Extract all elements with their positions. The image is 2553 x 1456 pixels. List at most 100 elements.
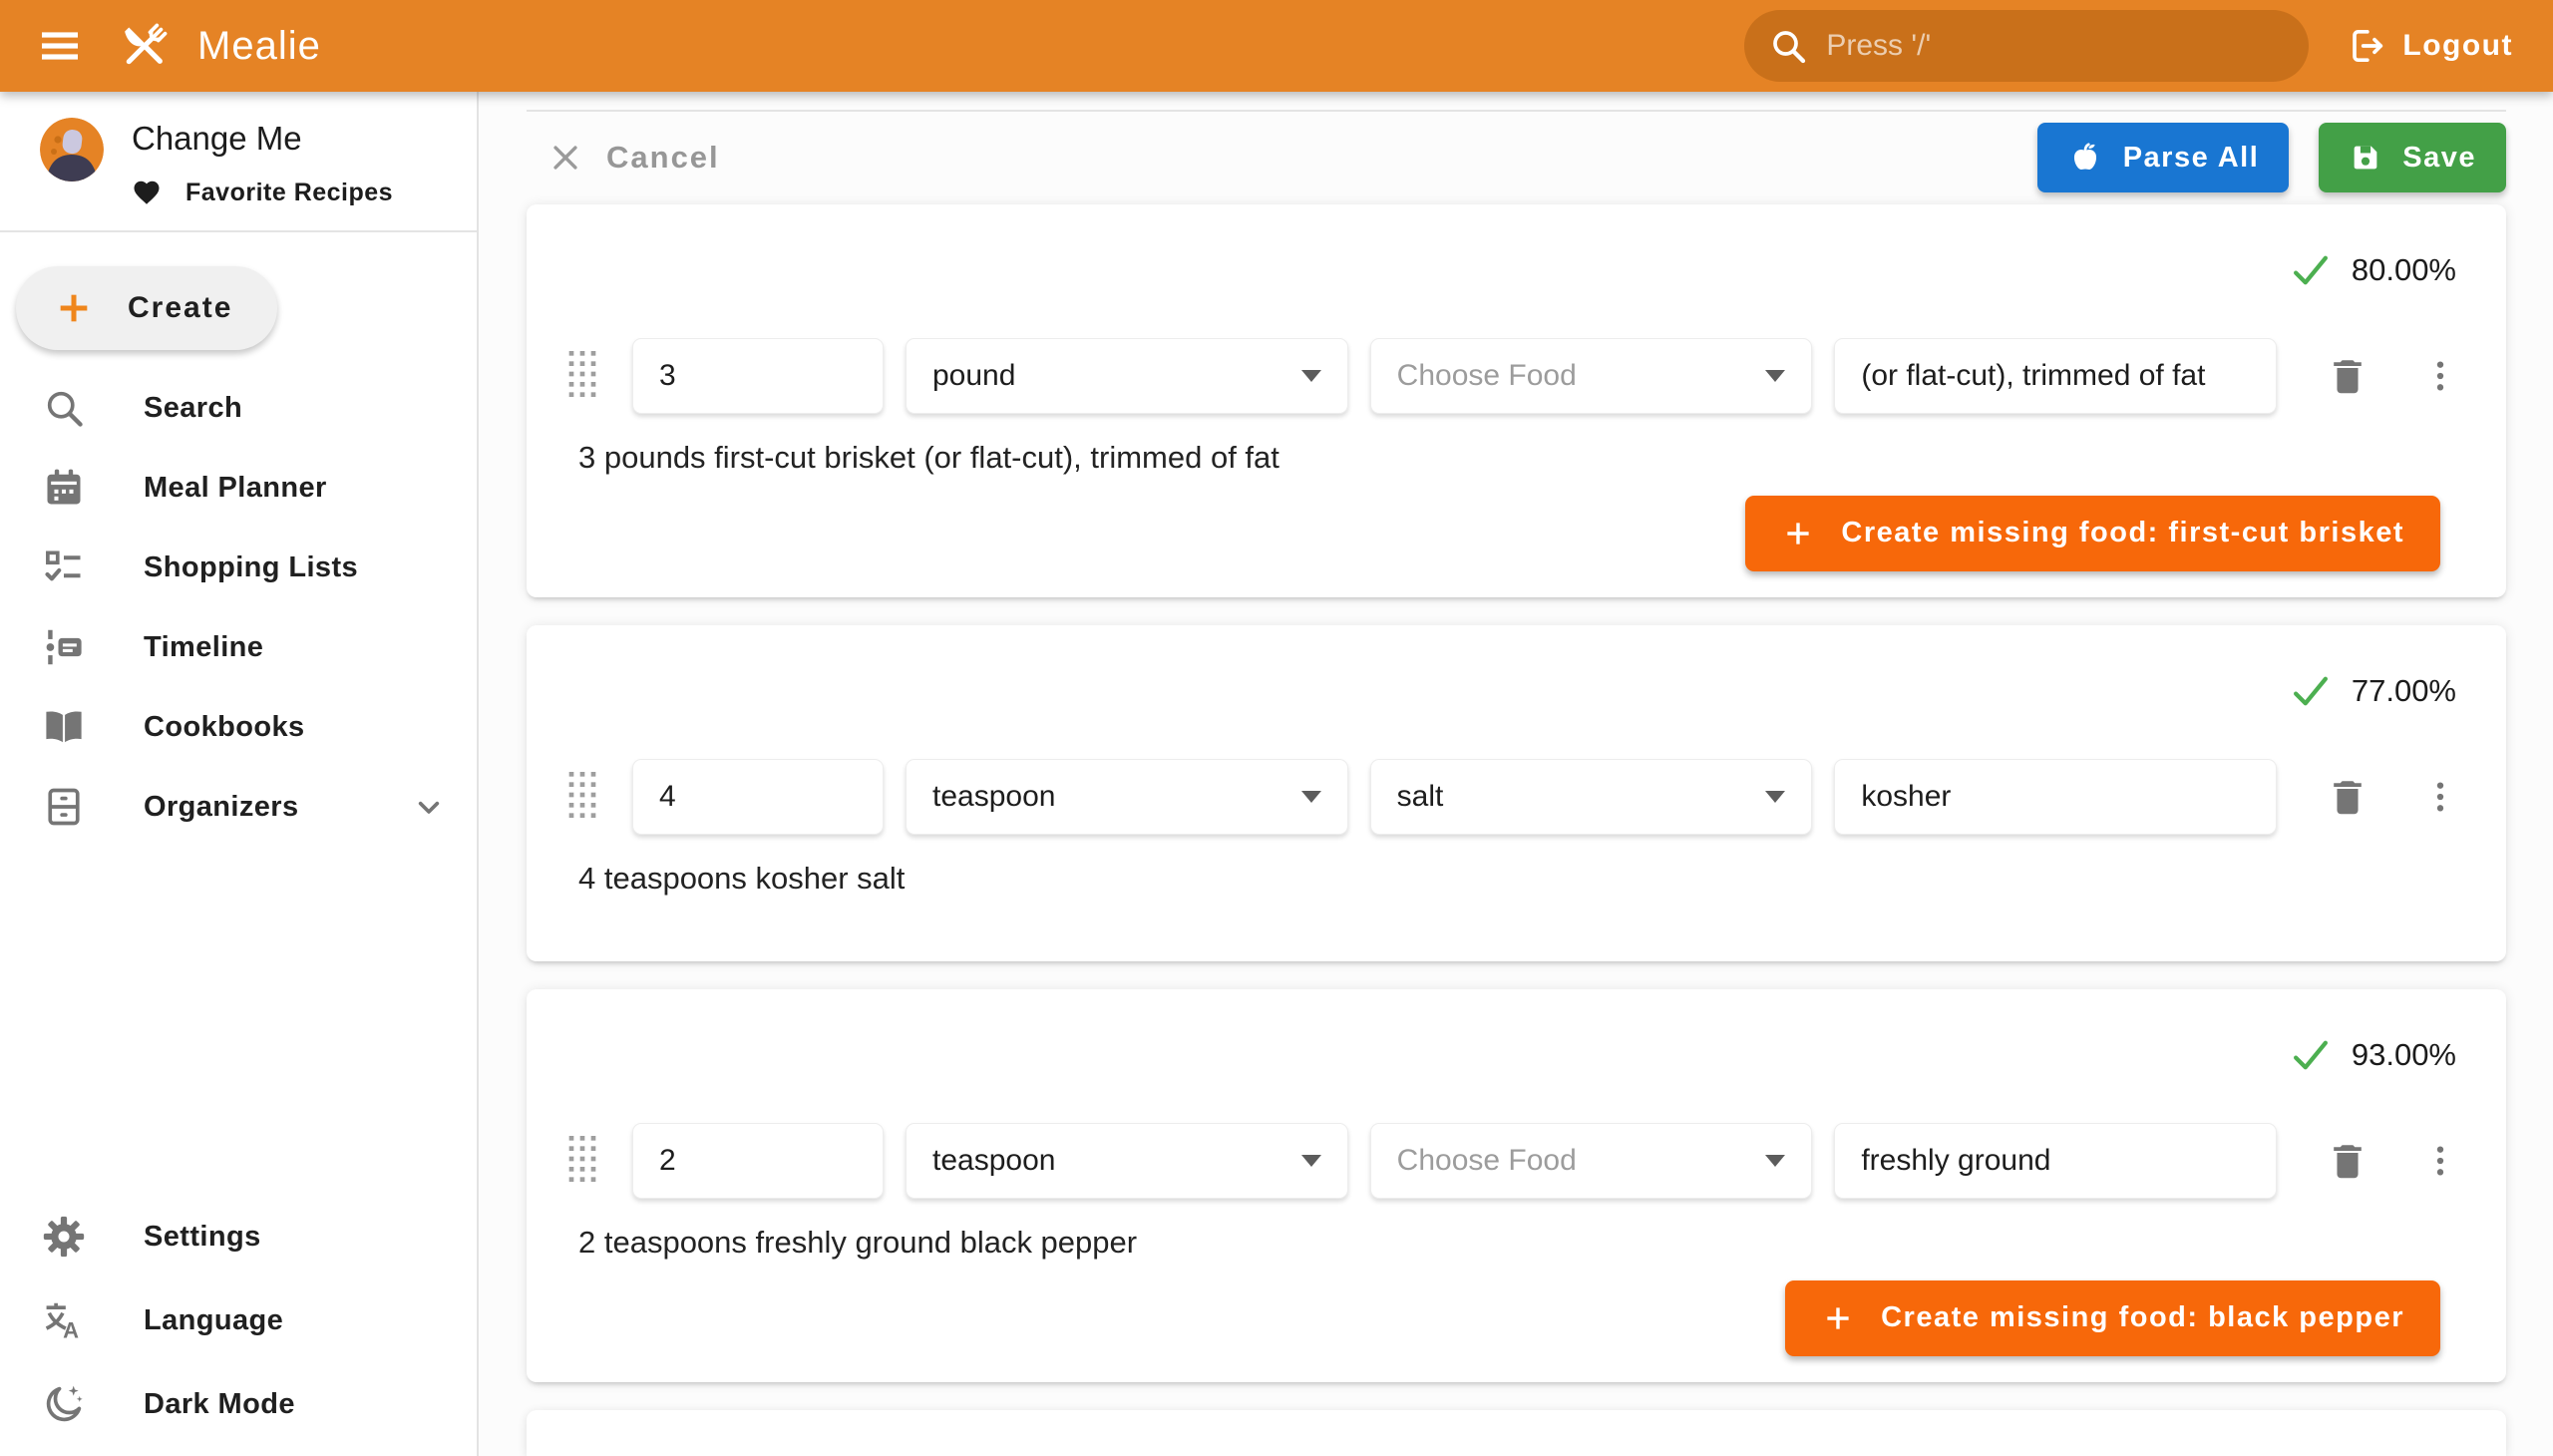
delete-button[interactable] [2325, 353, 2371, 399]
trash-icon [2325, 774, 2371, 820]
quantity-input[interactable] [659, 780, 857, 814]
sidebar-item-label: Settings [144, 1221, 261, 1254]
food-input[interactable] [1397, 359, 1752, 393]
global-search[interactable] [1744, 10, 2309, 82]
food-field [1370, 1123, 1813, 1199]
checklist-icon [40, 546, 88, 589]
original-text: 3 pounds first-cut brisket (or flat-cut)… [578, 440, 2466, 476]
sidebar-item-dark-mode[interactable]: Dark Mode [0, 1362, 477, 1446]
unit-input[interactable] [932, 359, 1287, 393]
sidebar-item-meal-planner[interactable]: Meal Planner [0, 448, 477, 528]
caret-down-icon[interactable] [1301, 1155, 1321, 1167]
confidence-value: 80.00% [2352, 252, 2456, 288]
unit-input[interactable] [932, 780, 1287, 814]
cancel-button[interactable]: Cancel [548, 140, 720, 176]
calendar-icon [40, 466, 88, 510]
cabinet-icon [40, 785, 88, 829]
sidebar-item-cookbooks[interactable]: Cookbooks [0, 687, 477, 767]
more-options-button[interactable] [2420, 356, 2460, 396]
quantity-field [632, 338, 884, 414]
moon-stars-icon [40, 1382, 88, 1426]
sidebar-item-language[interactable]: A Language [0, 1278, 477, 1362]
apple-icon [2067, 140, 2103, 176]
parse-all-button[interactable]: Parse All [2037, 123, 2290, 192]
sidebar-item-label: Language [144, 1304, 283, 1337]
app-header: Mealie Logout [0, 0, 2553, 92]
logout-button[interactable]: Logout [2337, 10, 2523, 82]
user-name: Change Me [132, 120, 393, 158]
user-block: Change Me Favorite Recipes [0, 92, 477, 230]
quantity-field [632, 1123, 884, 1199]
sidebar-item-label: Cookbooks [144, 711, 305, 744]
hamburger-menu-icon[interactable] [24, 10, 96, 82]
save-label: Save [2402, 142, 2476, 175]
favorite-recipes-link[interactable]: Favorite Recipes [132, 178, 393, 207]
sidebar-divider [0, 230, 477, 232]
mealie-app: Mealie Logout [0, 0, 2553, 1456]
translate-icon: A [40, 1298, 88, 1342]
user-meta: Change Me Favorite Recipes [132, 118, 393, 230]
ingredient-fields-row [566, 1123, 2466, 1199]
caret-down-icon[interactable] [1301, 791, 1321, 803]
create-missing-food-button[interactable]: Create missing food: first-cut brisket [1745, 496, 2440, 571]
note-input[interactable] [1861, 780, 2250, 814]
drag-handle-icon[interactable] [566, 771, 598, 823]
original-text: 4 teaspoons kosher salt [578, 861, 2466, 897]
delete-button[interactable] [2325, 774, 2371, 820]
confidence-badge: 77.00% [566, 625, 2466, 721]
favorites-label: Favorite Recipes [185, 179, 393, 207]
ingredient-parser-main: Cancel Parse All [479, 92, 2553, 1456]
sidebar-item-timeline[interactable]: Timeline [0, 607, 477, 687]
create-missing-food-button[interactable]: Create missing food: black pepper [1785, 1280, 2440, 1356]
sidebar-item-search[interactable]: Search [0, 368, 477, 448]
food-field [1370, 759, 1813, 835]
caret-down-icon[interactable] [1765, 370, 1785, 382]
search-input[interactable] [1826, 29, 2285, 63]
sidebar-item-label: Search [144, 392, 242, 425]
unit-input[interactable] [932, 1144, 1287, 1178]
avatar[interactable] [40, 118, 104, 182]
delete-button[interactable] [2325, 1138, 2371, 1184]
food-input[interactable] [1397, 780, 1752, 814]
food-input[interactable] [1397, 1144, 1752, 1178]
note-input[interactable] [1861, 359, 2250, 393]
search-icon [1768, 26, 1808, 66]
note-input[interactable] [1861, 1144, 2250, 1178]
caret-down-icon[interactable] [1301, 370, 1321, 382]
ingredient-card-partial [527, 1410, 2506, 1456]
ingredient-fields-row [566, 759, 2466, 835]
logout-icon [2347, 26, 2386, 66]
sidebar-item-shopping-lists[interactable]: Shopping Lists [0, 528, 477, 607]
mealie-logo-icon[interactable] [114, 15, 176, 77]
sidebar-nav: Search [0, 368, 477, 847]
sidebar-item-label: Shopping Lists [144, 551, 358, 584]
hamburger-bars-icon [36, 22, 84, 70]
more-options-button[interactable] [2420, 1141, 2460, 1181]
create-button[interactable]: Create [16, 266, 277, 350]
create-missing-food-label: Create missing food: first-cut brisket [1841, 517, 2404, 549]
sidebar-item-organizers[interactable]: Organizers [0, 767, 477, 847]
ingredient-card: 80.00% [527, 204, 2506, 597]
drag-handle-icon[interactable] [566, 1135, 598, 1187]
gear-icon [40, 1215, 88, 1259]
save-button[interactable]: Save [2319, 123, 2506, 192]
caret-down-icon[interactable] [1765, 791, 1785, 803]
quantity-input[interactable] [659, 359, 857, 393]
confidence-value: 77.00% [2352, 673, 2456, 709]
cancel-label: Cancel [606, 140, 720, 176]
kebab-icon [2420, 356, 2460, 396]
more-options-button[interactable] [2420, 777, 2460, 817]
search-icon [40, 386, 88, 430]
sidebar-item-settings[interactable]: Settings [0, 1195, 477, 1278]
caret-down-icon[interactable] [1765, 1155, 1785, 1167]
chevron-down-icon [409, 787, 449, 827]
note-field [1834, 1123, 2277, 1199]
drag-handle-icon[interactable] [566, 350, 598, 402]
svg-text:A: A [63, 1317, 79, 1342]
check-icon [2290, 249, 2332, 291]
sidebar: Change Me Favorite Recipes Create [0, 92, 479, 1456]
check-icon [2290, 1034, 2332, 1076]
note-field [1834, 759, 2277, 835]
kebab-icon [2420, 777, 2460, 817]
quantity-input[interactable] [659, 1144, 857, 1178]
